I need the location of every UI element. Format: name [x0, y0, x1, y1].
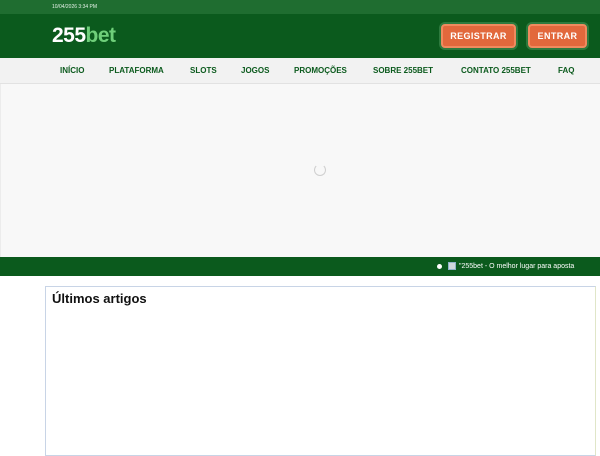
latest-articles-title: Últimos artigos — [52, 291, 147, 306]
loading-spinner-icon — [314, 164, 326, 176]
logo-number: 255 — [52, 24, 86, 47]
logo-word: bet — [85, 24, 117, 47]
ticker-text[interactable]: "255bet - O melhor lugar para aposta — [459, 257, 574, 276]
nav-item-sobre[interactable]: SOBRE 255BET — [373, 58, 433, 84]
nav-item-plataforma[interactable]: PLATAFORMA — [109, 58, 164, 84]
nav-item-contato[interactable]: CONTATO 255BET — [461, 58, 531, 84]
site-logo[interactable]: 255bet — [52, 24, 116, 48]
news-ticker: "255bet - O melhor lugar para aposta — [0, 257, 600, 276]
nav-item-promocoes[interactable]: PROMOÇÕES — [294, 58, 347, 84]
main-nav: INÍCIO PLATAFORMA SLOTS JOGOS PROMOÇÕES … — [0, 58, 600, 84]
top-status-bar: 10/04/2026 3:34 PM — [0, 0, 600, 14]
hero-banner-area — [0, 84, 600, 257]
nav-item-slots[interactable]: SLOTS — [190, 58, 217, 84]
ticker-bullet-icon — [437, 264, 442, 269]
nav-item-inicio[interactable]: INÍCIO — [60, 58, 84, 84]
register-button[interactable]: REGISTRAR — [441, 24, 516, 48]
site-header: 255bet REGISTRAR ENTRAR — [0, 14, 600, 58]
datetime-text: 10/04/2026 3:34 PM — [52, 4, 98, 10]
flag-icon — [448, 262, 456, 270]
nav-item-faq[interactable]: FAQ — [558, 58, 574, 84]
nav-item-jogos[interactable]: JOGOS — [241, 58, 269, 84]
latest-articles-panel: Últimos artigos — [45, 286, 596, 456]
login-button[interactable]: ENTRAR — [528, 24, 587, 48]
